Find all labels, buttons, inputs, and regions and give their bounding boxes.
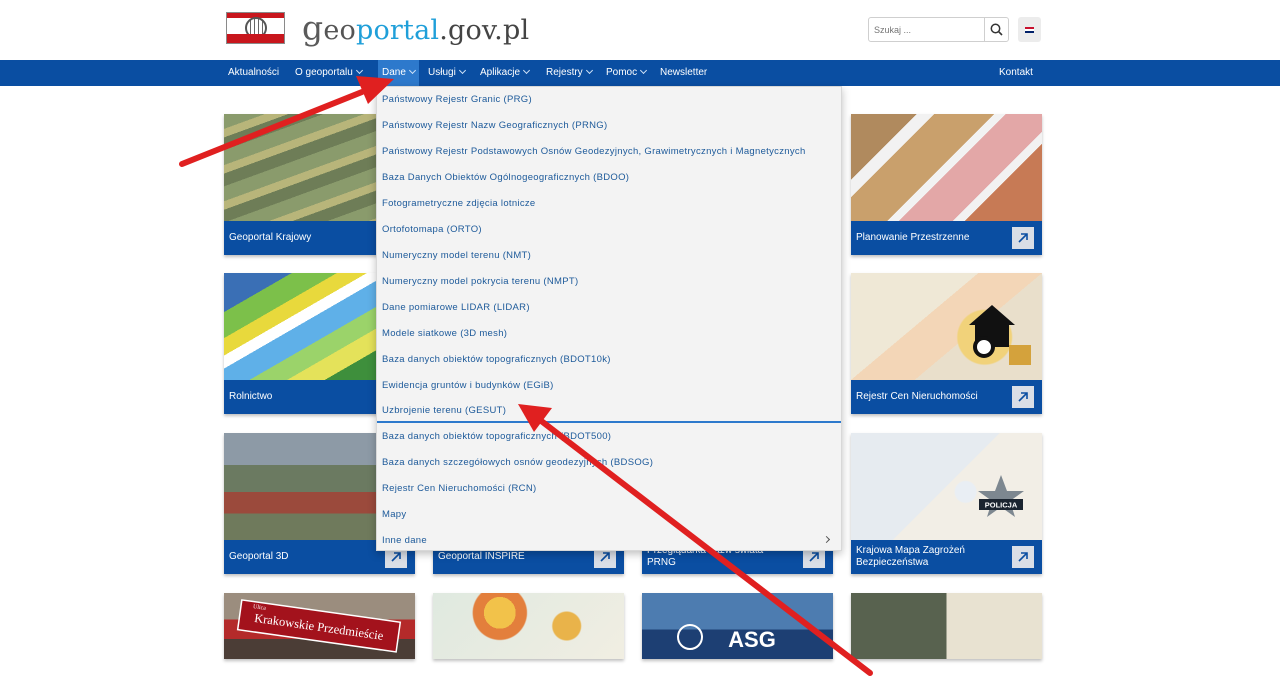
menu-item-bdot500[interactable]: Baza danych obiektów topograficznych (BD… [377, 424, 841, 449]
menu-item-prg[interactable]: Państwowy Rejestr Granic (PRG) [377, 87, 841, 112]
nav-o-geoportalu[interactable]: O geoportalu [295, 60, 363, 86]
arrow-up-right-icon [1018, 233, 1028, 243]
search-icon [990, 23, 1003, 36]
menu-item-bdot10k[interactable]: Baza danych obiektów topograficznych (BD… [377, 347, 841, 372]
menu-item-rcn[interactable]: Rejestr Cen Nieruchomości (RCN) [377, 476, 841, 501]
search-input[interactable] [869, 18, 985, 41]
chevron-down-icon [458, 66, 466, 75]
nav-aktualnosci[interactable]: Aktualności [228, 60, 279, 86]
logo-domain: .gov.pl [439, 15, 530, 46]
tile-title: Geoportal 3D [229, 551, 289, 562]
logo-portal: portal [355, 15, 440, 46]
chevron-down-icon [355, 66, 363, 75]
asg-logo: ASG [677, 624, 776, 652]
nav-label: Usługi [428, 67, 456, 78]
menu-item-nmpt[interactable]: Numeryczny model pokrycia terenu (NMPT) [377, 269, 841, 294]
chevron-down-icon [585, 66, 593, 75]
main-navbar: Aktualności O geoportalu Dane Usługi Apl… [0, 60, 1280, 86]
nav-uslugi[interactable]: Usługi [428, 60, 466, 86]
tile-title-line2: PRNG [647, 557, 676, 568]
chevron-right-icon [822, 535, 831, 544]
tile-title: Geoportal Krajowy [229, 232, 312, 243]
nav-label: Aktualności [228, 67, 280, 78]
logo-eo: eo [323, 15, 356, 46]
menu-item-3d-mesh[interactable]: Modele siatkowe (3D mesh) [377, 321, 841, 346]
nav-label: Kontakt [999, 67, 1033, 78]
nav-label: Rejestry [546, 67, 583, 78]
open-link-button[interactable] [1012, 546, 1034, 568]
tile-image: ASG [642, 593, 833, 659]
arrow-up-right-icon [1018, 392, 1028, 402]
nav-newsletter[interactable]: Newsletter [660, 60, 707, 86]
chevron-down-icon [522, 66, 531, 75]
open-link-button[interactable] [1012, 386, 1034, 408]
house-magnifier-icon [969, 305, 1031, 365]
tile-image: POLICJA [851, 433, 1042, 540]
police-star-icon: POLICJA [978, 475, 1024, 517]
menu-item-lidar[interactable]: Dane pomiarowe LIDAR (LIDAR) [377, 295, 841, 320]
menu-item-osnowy[interactable]: Państwowy Rejestr Podstawowych Osnów Geo… [377, 139, 841, 164]
chevron-down-icon [408, 66, 416, 75]
search-box [868, 17, 1009, 42]
menu-item-bdoo[interactable]: Baza Danych Obiektów Ogólnogeograficznyc… [377, 165, 841, 190]
tile-title-line1: Krajowa Mapa Zagrożeń [856, 545, 965, 556]
nav-aplikacje[interactable]: Aplikacje [480, 60, 531, 86]
menu-item-gesut[interactable]: Uzbrojenie terenu (GESUT) [377, 398, 841, 423]
flag-gb-icon [1025, 26, 1034, 33]
dane-dropdown-menu: Państwowy Rejestr Granic (PRG) Państwowy… [376, 86, 842, 551]
logo-letter-g: g [302, 8, 324, 47]
logo-band-bottom [227, 34, 284, 43]
nav-pomoc[interactable]: Pomoc [606, 60, 648, 86]
nav-label: Dane [382, 67, 406, 78]
menu-item-bdsog[interactable]: Baza danych szczegółowych osnów geodezyj… [377, 450, 841, 475]
asg-logo-text: ASG [728, 627, 776, 652]
tile-mapa-zagrozen[interactable]: POLICJA Krajowa Mapa Zagrożeń Bezpieczeńs… [851, 433, 1042, 574]
arrow-up-right-icon [1018, 552, 1028, 562]
chevron-down-icon [640, 66, 648, 75]
tile-planowanie[interactable]: Planowanie Przestrzenne [851, 114, 1042, 255]
nav-label: Aplikacje [480, 67, 521, 78]
tile-ortho-compare[interactable] [851, 593, 1042, 659]
tile-title: Rolnictwo [229, 391, 273, 402]
menu-item-egib[interactable]: Ewidencja gruntów i budynków (EGiB) [377, 373, 841, 398]
nav-label: Newsletter [660, 67, 708, 78]
menu-item-label: Inne dane [382, 535, 427, 546]
open-link-button[interactable] [1012, 227, 1034, 249]
menu-item-prng[interactable]: Państwowy Rejestr Nazw Geograficznych (P… [377, 113, 841, 138]
gugik-logo[interactable] [226, 12, 285, 44]
menu-item-zdjecia-lotnicze[interactable]: Fotogrametryczne zdjęcia lotnicze [377, 191, 841, 216]
menu-item-orto[interactable]: Ortofotomapa (ORTO) [377, 217, 841, 242]
tile-image [851, 273, 1042, 380]
nav-kontakt[interactable]: Kontakt [999, 60, 1033, 86]
street-sign-image: Ulica Krakowskie Przedmieście [236, 599, 402, 653]
nav-label: Pomoc [606, 67, 638, 78]
nav-dane[interactable]: Dane [378, 60, 419, 86]
menu-item-nmt[interactable]: Numeryczny model terenu (NMT) [377, 243, 841, 268]
menu-item-mapy[interactable]: Mapy [377, 502, 841, 527]
site-logo-text[interactable]: geoportal.gov.pl [302, 8, 529, 47]
tile-asg[interactable]: ASG [642, 593, 833, 659]
tile-image [851, 114, 1042, 221]
nav-rejestry[interactable]: Rejestry [546, 60, 593, 86]
language-switch-button[interactable] [1018, 17, 1041, 42]
tile-rejestr-cen[interactable]: Rejestr Cen Nieruchomości [851, 273, 1042, 414]
police-badge-text: POLICJA [985, 501, 1018, 510]
nav-label: O geoportalu [295, 67, 353, 78]
tile-title-line2: Bezpieczeństwa [856, 557, 929, 568]
tile-krakowskie[interactable]: Ulica Krakowskie Przedmieście [224, 593, 415, 659]
tile-image [433, 593, 624, 659]
tile-image: Ulica Krakowskie Przedmieście [224, 593, 415, 659]
tile-title: Rejestr Cen Nieruchomości [856, 391, 978, 402]
tile-title: Planowanie Przestrzenne [856, 232, 970, 243]
search-button[interactable] [984, 18, 1008, 41]
menu-item-inne-dane[interactable]: Inne dane [377, 528, 841, 553]
tile-heatmap[interactable] [433, 593, 624, 659]
tile-image [851, 593, 1042, 659]
